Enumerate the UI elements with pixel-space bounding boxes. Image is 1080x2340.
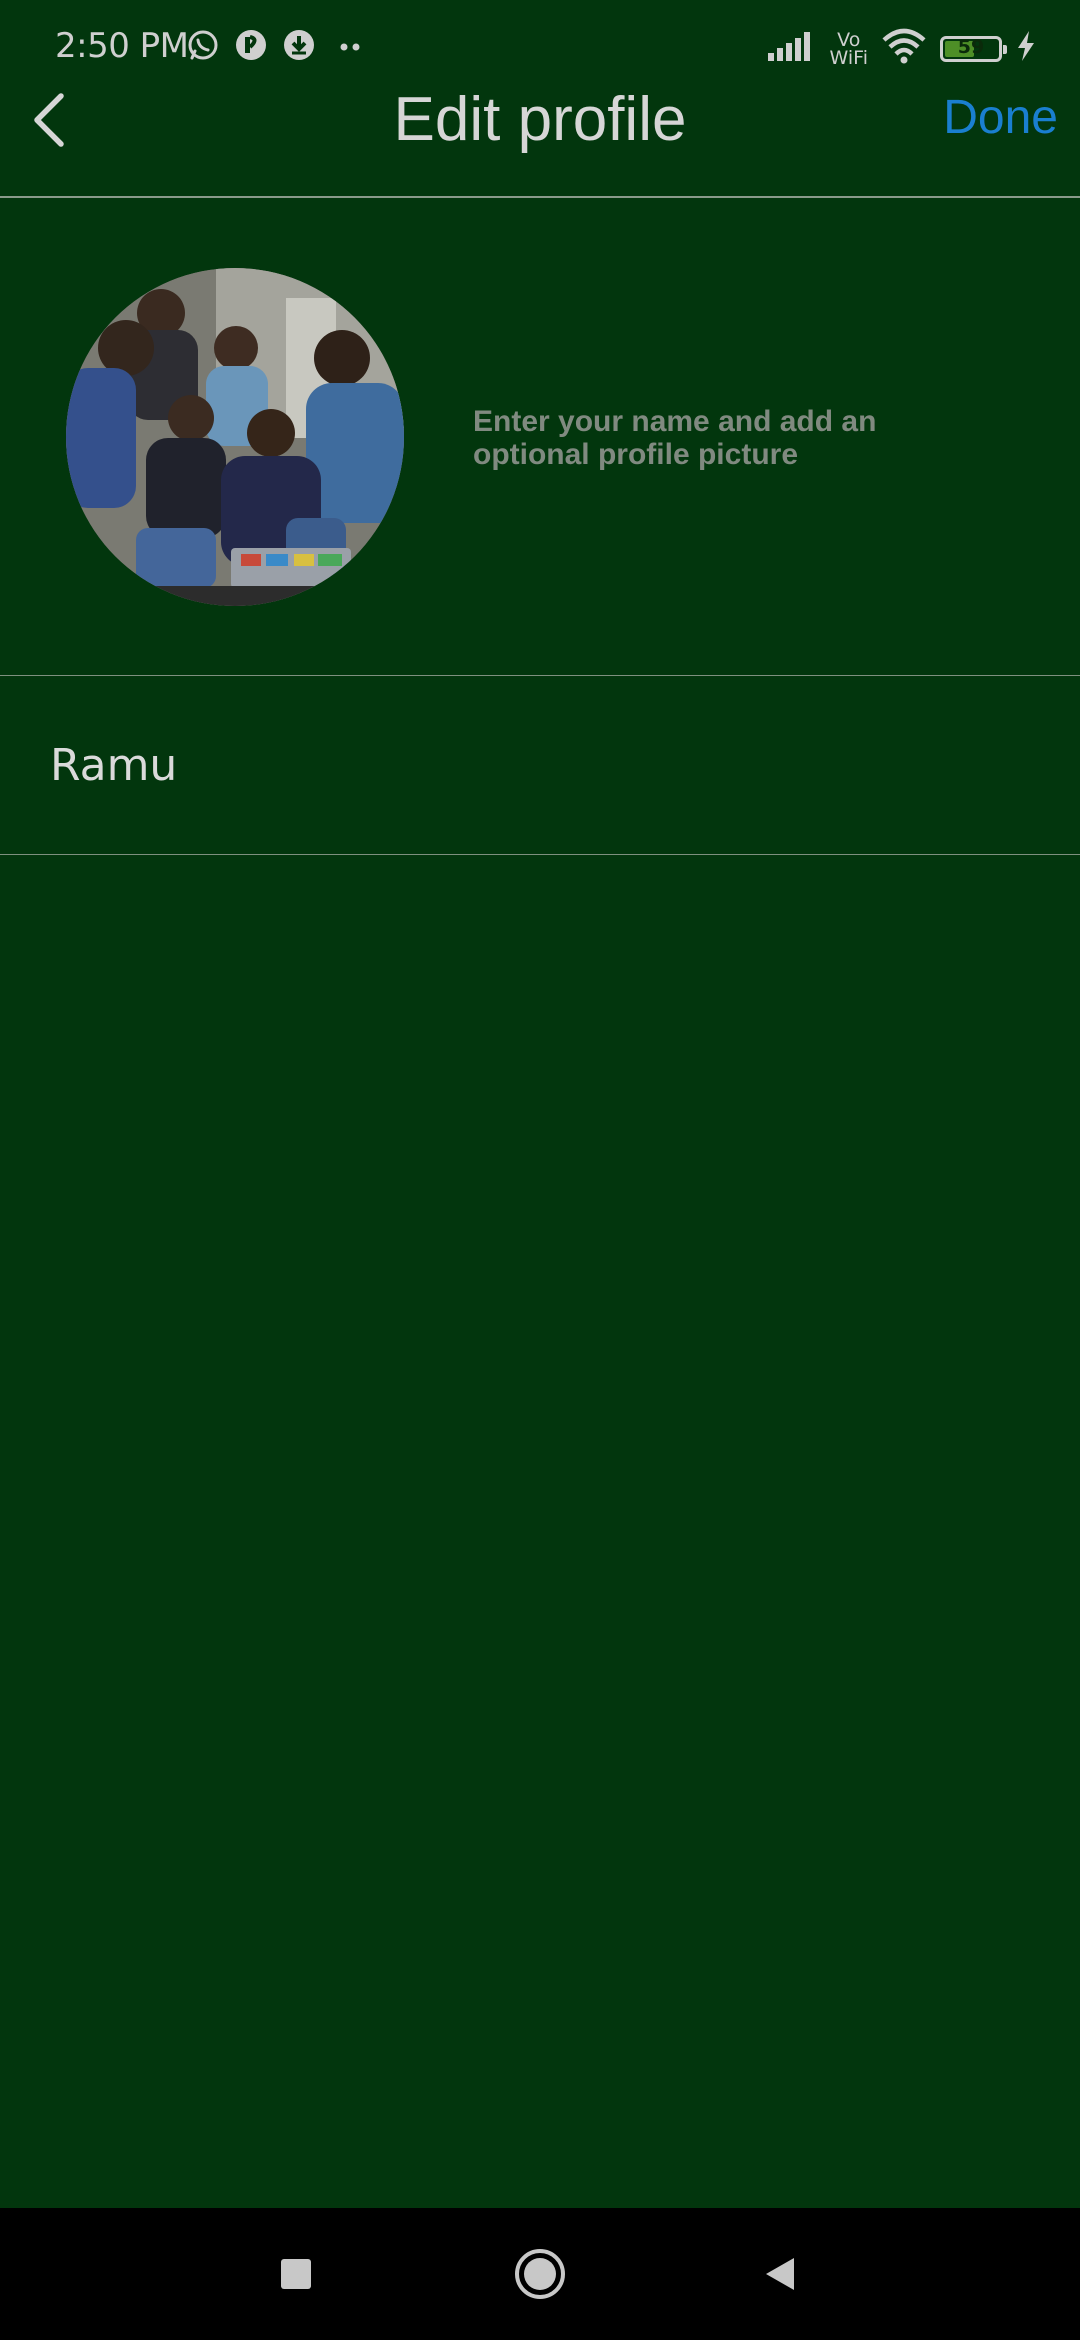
recents-square-icon <box>281 2259 311 2289</box>
battery-level: 59 <box>957 35 985 58</box>
download-icon <box>282 28 316 62</box>
name-bottom-divider <box>0 854 1080 855</box>
name-input[interactable] <box>0 676 1080 854</box>
whatsapp-icon <box>186 28 220 62</box>
header-divider <box>0 196 1080 198</box>
more-dots-icon <box>330 28 370 62</box>
app-header: Edit profile Done <box>0 78 1080 198</box>
vowifi-line-1: Vo <box>837 28 861 51</box>
vowifi-icon: Vo WiFi <box>829 28 868 69</box>
signal-icon <box>766 29 816 68</box>
avatar[interactable] <box>66 268 404 606</box>
home-circle-icon <box>515 2249 565 2299</box>
app-badge-icon <box>234 28 268 62</box>
wifi-icon <box>882 28 926 69</box>
edit-profile-screen: 2:50 PM Vo WiFi 59 Edit profile Done Ent… <box>0 0 1080 2340</box>
notification-icons <box>186 28 370 62</box>
home-button[interactable] <box>504 2238 576 2310</box>
back-triangle-icon <box>766 2258 794 2290</box>
system-navigation-bar <box>0 2208 1080 2340</box>
vowifi-line-2: WiFi <box>829 46 868 69</box>
done-button[interactable]: Done <box>943 90 1058 145</box>
battery-icon: 59 <box>940 35 1007 62</box>
status-time: 2:50 PM <box>55 26 189 66</box>
page-title: Edit profile <box>393 85 687 154</box>
system-icons: Vo WiFi 59 <box>766 28 1036 69</box>
avatar-photo <box>66 268 404 606</box>
profile-hint-text: Enter your name and add an optional prof… <box>473 405 877 471</box>
recents-button[interactable] <box>260 2238 332 2310</box>
back-nav-button[interactable] <box>744 2238 816 2310</box>
battery-tip <box>1003 44 1007 54</box>
charging-icon <box>1016 30 1036 67</box>
